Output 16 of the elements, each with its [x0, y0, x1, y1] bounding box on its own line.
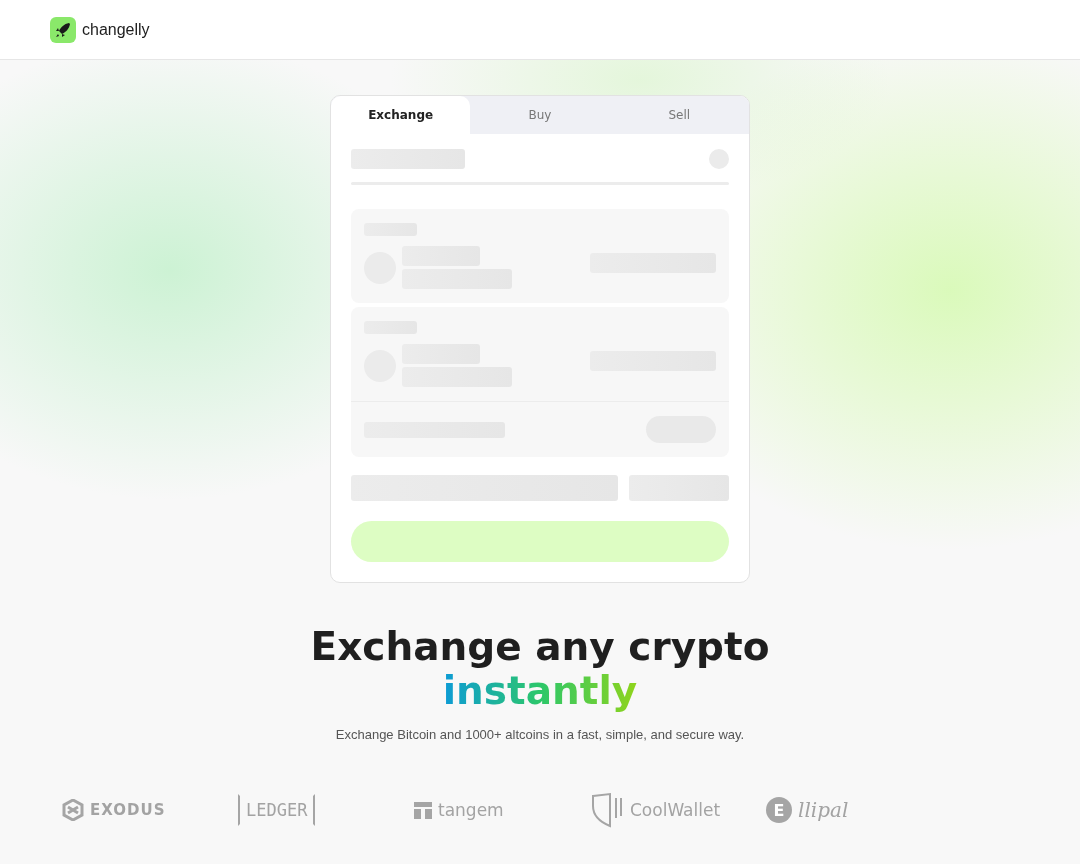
tab[interactable]: Sell: [609, 96, 749, 134]
partner-logo: EXODUS: [90, 801, 166, 819]
partner-logo-mark: E: [766, 797, 792, 823]
headline: Exchange any crypto: [310, 625, 770, 669]
tab[interactable]: Exchange: [331, 96, 471, 134]
partner-logo: CoolWallet: [630, 800, 721, 820]
tangem-icon: [414, 800, 432, 820]
partner-logo: llipal: [798, 798, 849, 822]
tab[interactable]: Buy: [470, 96, 610, 134]
shield-icon: [590, 792, 624, 828]
logo[interactable]: changelly: [82, 20, 150, 39]
partner-logo: tangem: [438, 800, 504, 820]
partner-logo: LEDGER: [238, 794, 316, 826]
rocket-icon: [50, 16, 76, 43]
subtitle: Exchange Bitcoin and 1000+ altcoins in a fast, simple, and secure way.: [335, 727, 745, 742]
hexagon-icon: [62, 799, 84, 821]
